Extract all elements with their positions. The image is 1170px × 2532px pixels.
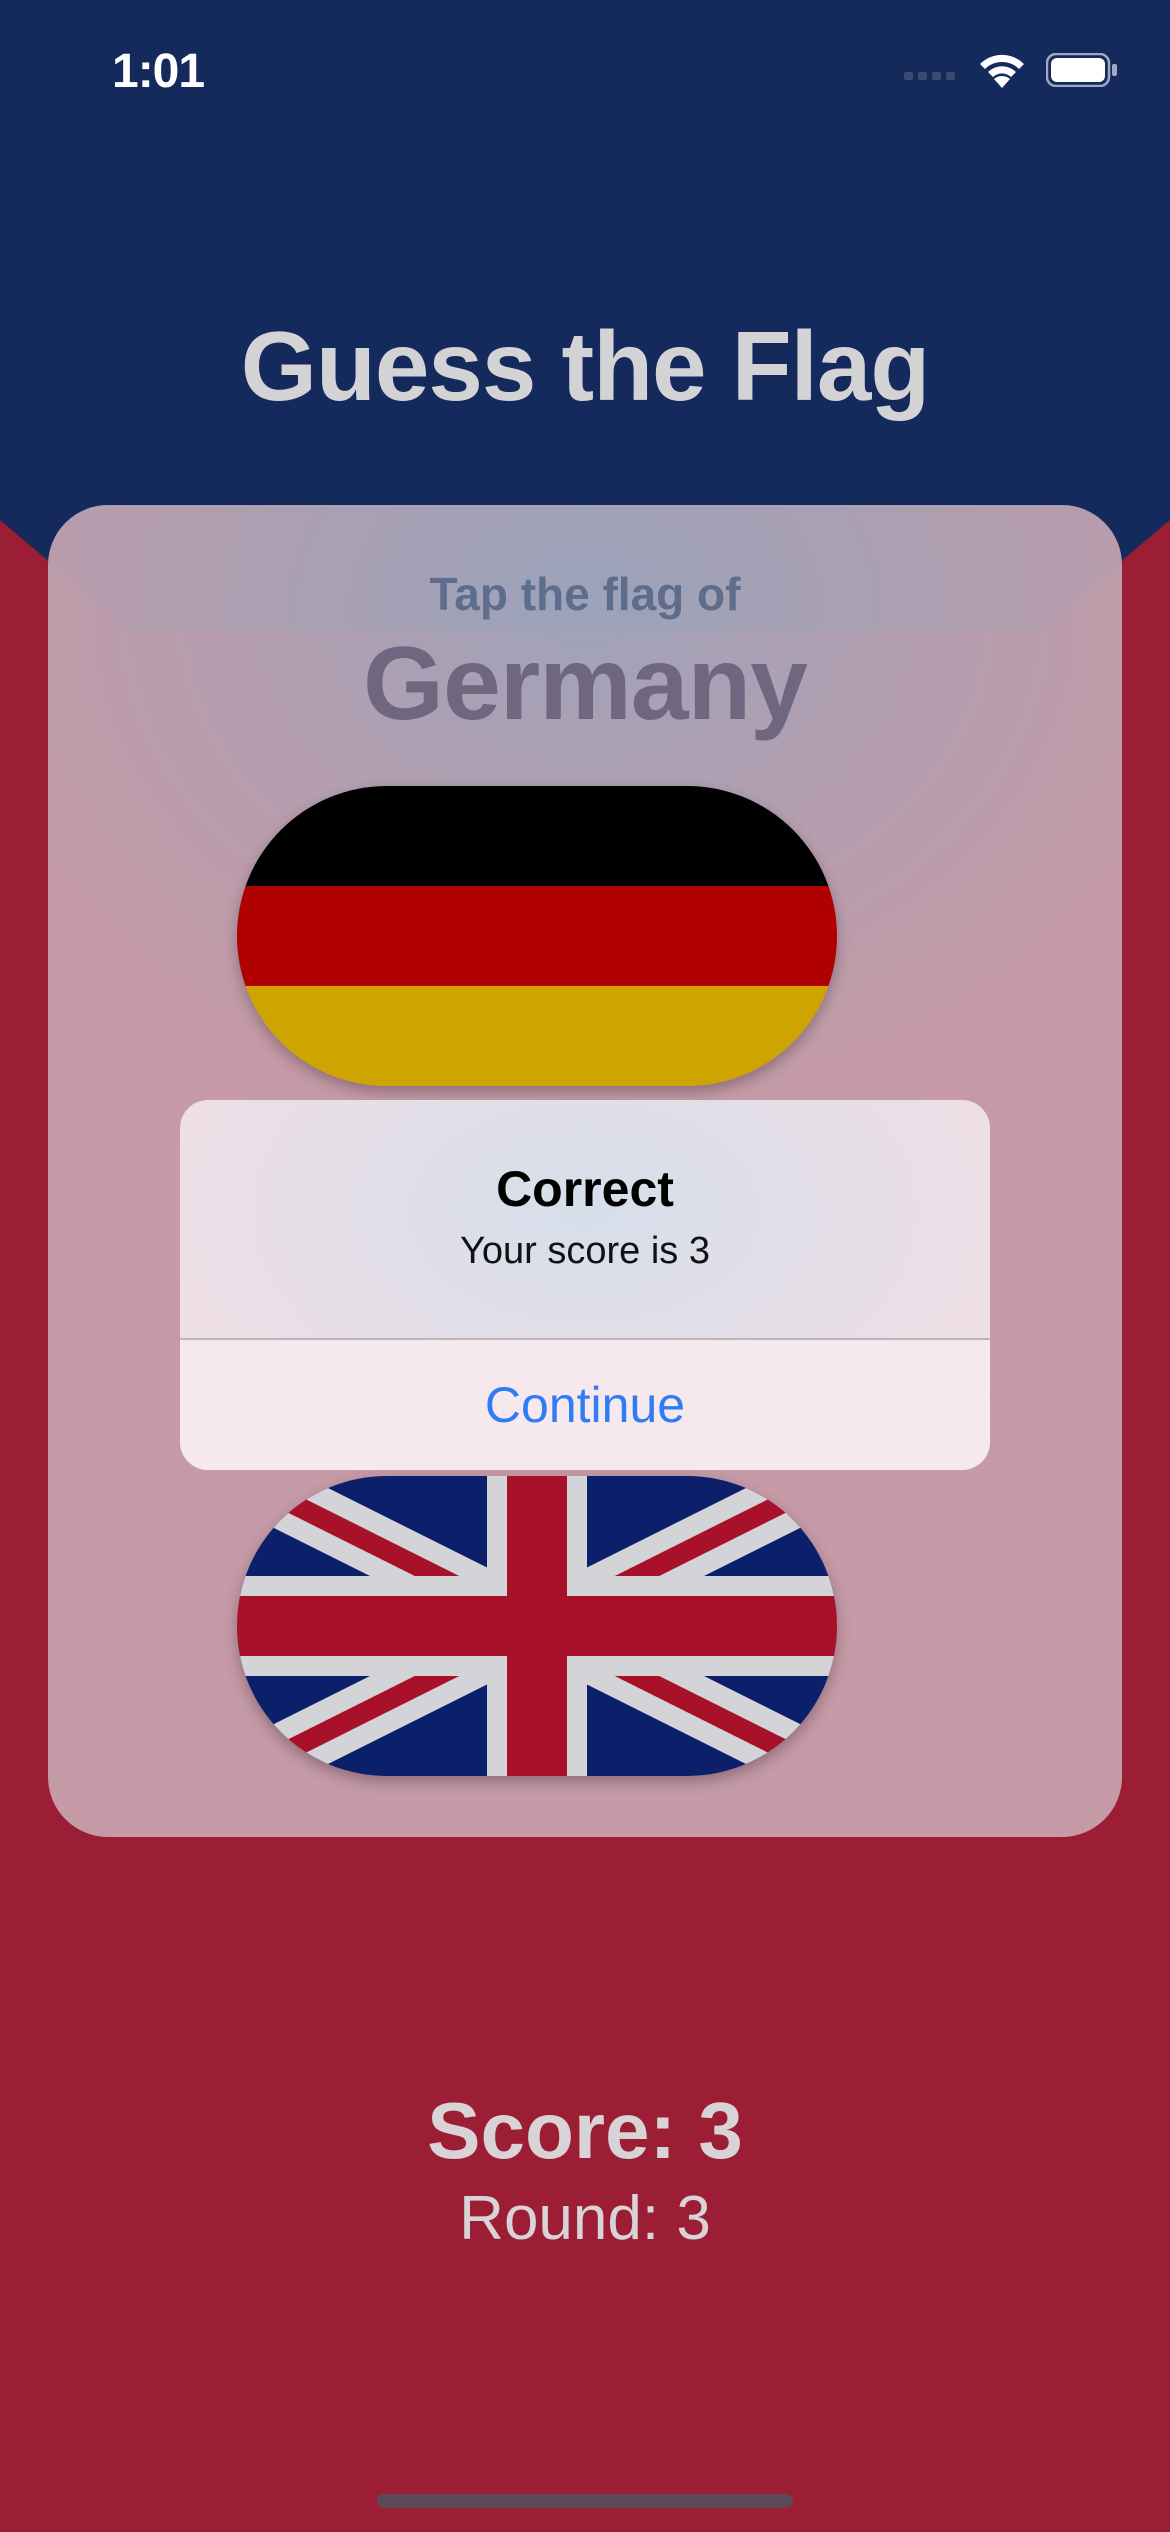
app-title: Guess the Flag bbox=[240, 311, 931, 421]
home-indicator[interactable] bbox=[377, 2494, 793, 2508]
alert-title: Correct bbox=[496, 1161, 674, 1217]
question-prompt: Tap the flag of bbox=[429, 568, 741, 620]
status-icons bbox=[904, 50, 1118, 90]
uk-flag-icon bbox=[237, 1476, 837, 1776]
flag-button-germany[interactable] bbox=[237, 786, 837, 1086]
score-label: Score: 3 bbox=[427, 2086, 743, 2175]
battery-icon bbox=[1046, 53, 1117, 87]
round-label: Round: 3 bbox=[459, 2184, 711, 2253]
germany-flag-icon bbox=[237, 786, 837, 1086]
continue-button[interactable]: Continue bbox=[180, 1340, 990, 1470]
alert-dialog: Correct Your score is 3 Continue bbox=[180, 1100, 990, 1470]
status-time: 1:01 bbox=[112, 45, 205, 98]
wifi-icon bbox=[980, 54, 1024, 88]
country-name: Germany bbox=[363, 626, 808, 742]
alert-message: Your score is 3 bbox=[460, 1230, 710, 1272]
flag-button-uk[interactable] bbox=[237, 1476, 837, 1776]
signal-icon bbox=[904, 72, 955, 80]
